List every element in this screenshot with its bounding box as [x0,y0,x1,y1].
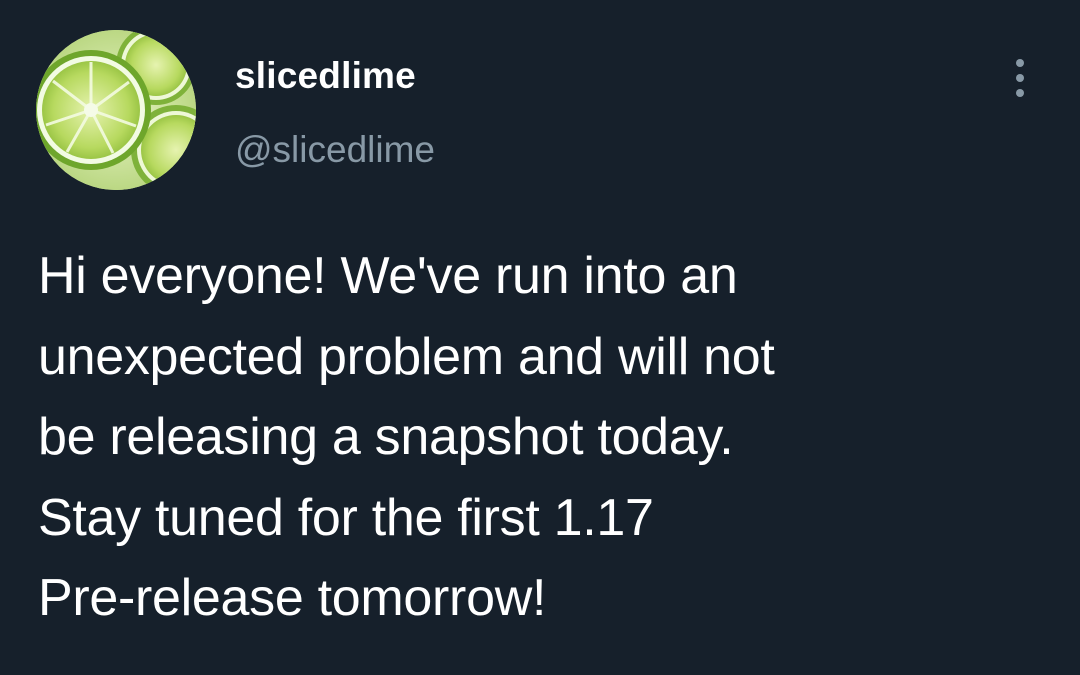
display-name[interactable]: slicedlime [235,52,416,100]
user-handle[interactable]: @slicedlime [235,126,435,174]
tweet-text-line: be releasing a snapshot today. [38,408,734,466]
more-vertical-icon [1016,74,1024,82]
tweet-text: Hi everyone! We've run into an unexpecte… [38,236,1048,639]
tweet-text-line: Hi everyone! We've run into an [38,247,738,305]
lime-slices-avatar-icon [36,30,196,190]
more-vertical-icon [1016,89,1024,97]
avatar[interactable] [36,30,196,190]
tweet-text-line: Stay tuned for the first 1.17 [38,488,654,547]
more-options-button[interactable] [1000,54,1040,102]
tweet-text-line: unexpected problem and will not [38,327,775,386]
tweet-card: slicedlime @slicedlime Hi everyone! We'v… [0,0,1080,675]
tweet-text-line: Pre-release tomorrow! [38,569,547,627]
more-vertical-icon [1016,59,1024,67]
